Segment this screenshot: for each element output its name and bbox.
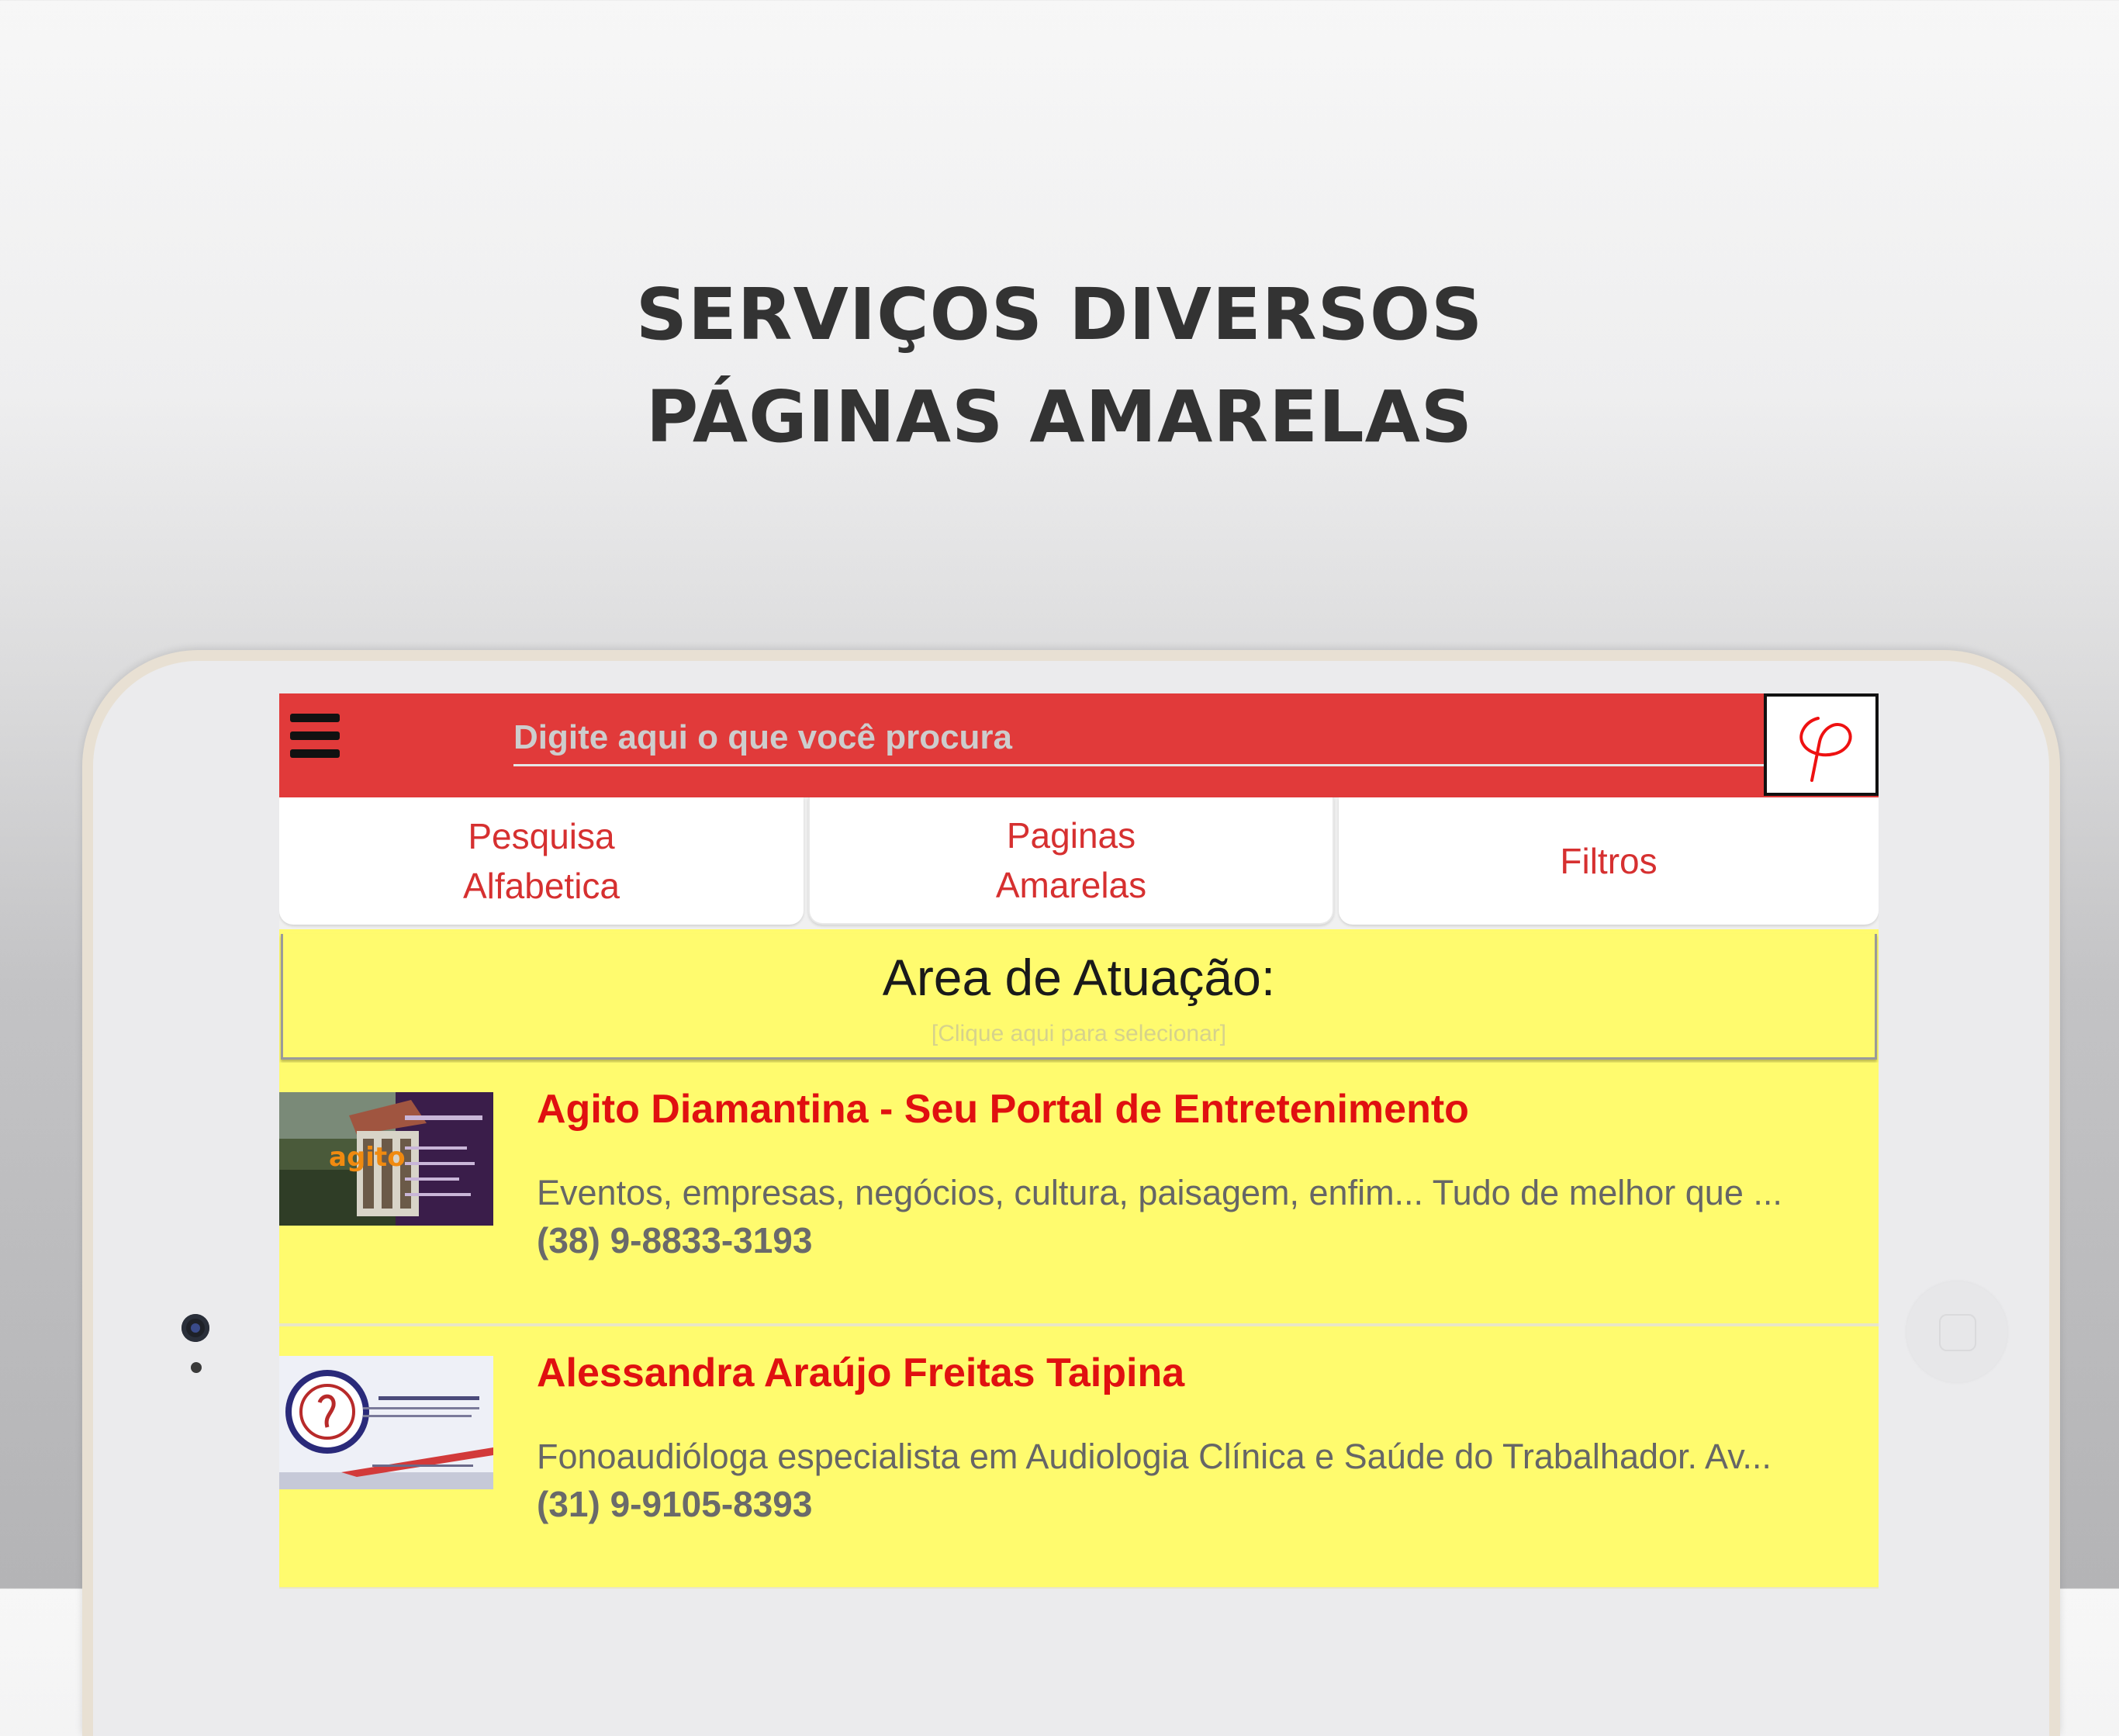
list-item[interactable]: agito Agito Diamantina - Seu Portal de E… — [279, 1063, 1879, 1326]
headline-line-1: SERVIÇOS DIVERSOS — [635, 273, 1484, 356]
listing-description: Fonoaudióloga especialista em Audiologia… — [537, 1437, 1772, 1476]
logo-button[interactable] — [1764, 693, 1879, 796]
area-selector[interactable]: Area de Atuação: [Clique aqui para selec… — [281, 934, 1877, 1060]
svg-text:agito: agito — [329, 1142, 406, 1173]
listing-title[interactable]: Agito Diamantina - Seu Portal de Entrete… — [537, 1086, 1469, 1133]
listing-phone[interactable]: (31) 9-9105-8393 — [537, 1483, 812, 1525]
area-title: Area de Atuação: — [882, 949, 1276, 1006]
search-input[interactable] — [513, 711, 1879, 766]
hamburger-menu-icon[interactable] — [290, 714, 340, 763]
tab-paginas-amarelas[interactable]: Paginas Amarelas — [808, 797, 1334, 925]
app-screen: Pesquisa Alfabetica Paginas Amarelas Fil… — [279, 693, 1879, 1589]
listing-thumbnail — [279, 1356, 493, 1489]
home-button[interactable] — [1906, 1281, 2007, 1382]
listing-title[interactable]: Alessandra Araújo Freitas Taipina — [537, 1350, 1184, 1396]
tab-bar: Pesquisa Alfabetica Paginas Amarelas Fil… — [279, 797, 1879, 929]
sensor-dot — [191, 1362, 202, 1373]
list-item[interactable]: Alessandra Araújo Freitas Taipina Fonoau… — [279, 1326, 1879, 1589]
camera-icon — [181, 1314, 209, 1342]
headline-line-2: PÁGINAS AMARELAS — [645, 375, 1474, 458]
tab-filtros[interactable]: Filtros — [1339, 797, 1879, 925]
red-p-logo-icon — [1799, 717, 1852, 782]
promo-headline: SERVIÇOS DIVERSOS PÁGINAS AMARELAS — [0, 264, 2119, 469]
listing-description: Eventos, empresas, negócios, cultura, pa… — [537, 1173, 1782, 1212]
listing-thumbnail: agito — [279, 1092, 493, 1226]
listing-list: agito Agito Diamantina - Seu Portal de E… — [279, 1063, 1879, 1589]
app-bar — [279, 693, 1879, 797]
tab-pesquisa-alfabetica[interactable]: Pesquisa Alfabetica — [279, 797, 804, 925]
area-hint: [Clique aqui para selecionar] — [931, 1021, 1227, 1046]
listing-phone[interactable]: (38) 9-8833-3193 — [537, 1219, 812, 1261]
